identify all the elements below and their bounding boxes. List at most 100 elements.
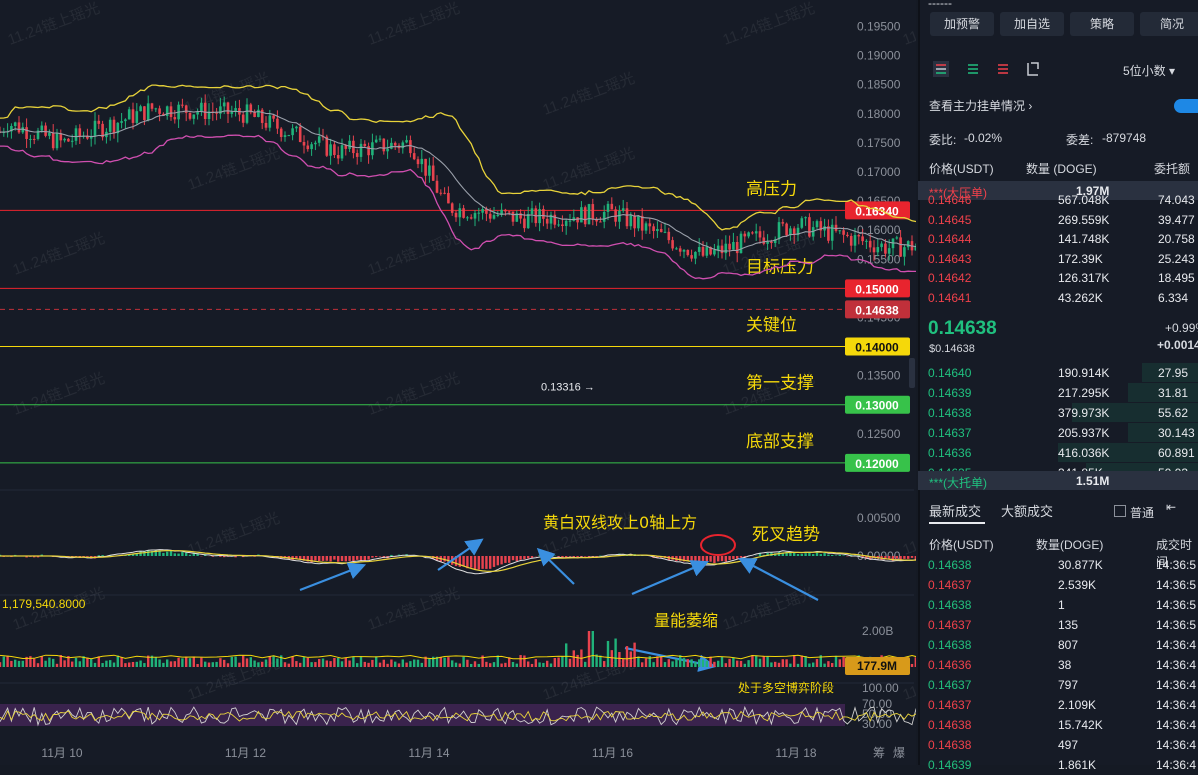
orderbook-view-toggles[interactable]: [932, 60, 1042, 78]
macd-bar: [86, 556, 88, 557]
macd-bar: [299, 556, 301, 559]
bid-row[interactable]: 0.14638379.973K55.62: [928, 403, 1198, 423]
macd-bar: [485, 556, 487, 569]
trade-row[interactable]: 0.1463830.877K14:36:5: [928, 555, 1198, 575]
candle-body: [333, 144, 336, 155]
filter-icon[interactable]: ⇤: [1166, 500, 1176, 514]
candle-body: [451, 203, 454, 212]
trade-row[interactable]: 0.1463880714:36:4: [928, 635, 1198, 655]
volume-bar: [63, 660, 65, 667]
macd-bar: [360, 556, 362, 561]
volume-bar: [504, 663, 506, 667]
volume-bar: [101, 663, 103, 667]
main-orders-toggle[interactable]: [1174, 99, 1198, 113]
chevron-right-icon: ›: [1028, 99, 1032, 113]
bid-t: 55.62: [1158, 406, 1188, 420]
candle-body: [565, 221, 568, 226]
volume-bar: [569, 659, 571, 667]
candle-body: [79, 128, 82, 136]
candle-body: [725, 244, 728, 253]
ask-t: 18.495: [1158, 271, 1195, 285]
bid-row[interactable]: 0.14640190.914K27.95: [928, 363, 1198, 383]
trade-row[interactable]: 0.1463815.742K14:36:4: [928, 715, 1198, 735]
candle-body: [668, 232, 671, 240]
trade-q: 1.861K: [1058, 758, 1096, 772]
volume-bar: [0, 662, 1, 667]
volume-bar: [538, 662, 540, 667]
trade-row[interactable]: 0.1463849714:36:4: [928, 735, 1198, 755]
volume-bar: [291, 657, 293, 667]
overview-button[interactable]: 简况: [1140, 12, 1198, 36]
ask-row[interactable]: 0.14643172.39K25.243: [928, 249, 1198, 269]
candle-body: [14, 122, 17, 126]
ask-row[interactable]: 0.1464143.262K6.334: [928, 288, 1198, 308]
trade-row[interactable]: 0.146372.539K14:36:5: [928, 575, 1198, 595]
macd-bar: [462, 556, 464, 566]
trade-row[interactable]: 0.146363814:36:4: [928, 655, 1198, 675]
strategy-button[interactable]: 策略: [1070, 12, 1134, 36]
volume-bar: [474, 661, 476, 667]
candle-body: [470, 217, 473, 218]
trade-t: 14:36:4: [1156, 698, 1196, 712]
tab-latest-trades[interactable]: 最新成交: [929, 501, 981, 520]
trade-row[interactable]: 0.14638114:36:5: [928, 595, 1198, 615]
bid-p: 0.14636: [928, 446, 971, 460]
trade-t: 14:36:5: [1156, 618, 1196, 632]
macd-bar: [345, 556, 347, 561]
panel-divider: [918, 0, 920, 765]
decimals-select[interactable]: 5位小数 ▾: [1123, 62, 1175, 79]
ask-row[interactable]: 0.14645269.559K39.477: [928, 210, 1198, 230]
candle-body: [698, 247, 701, 252]
collapse-handle[interactable]: [909, 358, 915, 388]
ask-row[interactable]: 0.14642126.317K18.495: [928, 268, 1198, 288]
level-price-label: 0.12000: [855, 457, 899, 471]
trade-row[interactable]: 0.146391.861K14:36:4: [928, 755, 1198, 775]
level-price-label: 0.14638: [855, 303, 899, 317]
volume-bar: [109, 660, 111, 667]
candle-body: [664, 232, 667, 233]
candle-body: [67, 139, 70, 142]
volume-bar: [398, 663, 400, 667]
macd-bar: [702, 556, 704, 563]
candle-body: [736, 242, 739, 253]
date-tick-label: 11月 14: [408, 746, 449, 760]
volume-bar: [329, 661, 331, 667]
volume-bar: [75, 658, 77, 667]
volume-bar: [113, 663, 115, 667]
kline-chart[interactable]: 11.24链上瑶光11.24链上瑶光11.24链上瑶光11.24链上瑶光11.2…: [0, 0, 916, 765]
corner-label-b: 爆: [893, 746, 905, 760]
bid-row[interactable]: 0.14639217.295K31.81: [928, 383, 1198, 403]
volume-bar: [238, 663, 240, 667]
trade-q: 497: [1058, 738, 1078, 752]
asks-view-icon: [998, 65, 1008, 73]
macd-bar: [185, 553, 187, 556]
volume-bar: [90, 659, 92, 667]
bid-q: 190.914K: [1058, 366, 1109, 380]
macd-bar: [390, 555, 392, 556]
candle-body: [428, 166, 431, 176]
volume-bar: [143, 663, 145, 667]
candle-body: [379, 139, 382, 140]
alert-button[interactable]: 加预警: [930, 12, 994, 36]
ask-row[interactable]: 0.14646567.048K74.043: [928, 190, 1198, 210]
trade-p: 0.14636: [928, 658, 971, 672]
volume-bar: [835, 656, 837, 667]
volume-bar: [801, 656, 803, 667]
candle-body: [645, 223, 648, 230]
trade-row[interactable]: 0.146372.109K14:36:4: [928, 695, 1198, 715]
volume-bar: [128, 663, 130, 667]
add-watchlist-button[interactable]: 加自选: [1000, 12, 1064, 36]
macd-bar: [797, 554, 799, 556]
tab-large-trades[interactable]: 大额成交: [1001, 501, 1053, 520]
bid-row[interactable]: 0.14637205.937K30.143: [928, 423, 1198, 443]
main-orders-link[interactable]: 查看主力挂单情况 ›: [929, 97, 1032, 114]
kline-chart-area[interactable]: 11.24链上瑶光11.24链上瑶光11.24链上瑶光11.24链上瑶光11.2…: [0, 0, 916, 765]
candle-body: [831, 225, 834, 241]
bid-row[interactable]: 0.14636416.036K60.891: [928, 443, 1198, 463]
macd-bar: [337, 556, 339, 562]
candle-body: [139, 106, 142, 111]
normal-checkbox[interactable]: [1114, 505, 1126, 517]
ask-row[interactable]: 0.14644141.748K20.758: [928, 229, 1198, 249]
trade-row[interactable]: 0.1463779714:36:4: [928, 675, 1198, 695]
trade-row[interactable]: 0.1463713514:36:5: [928, 615, 1198, 635]
